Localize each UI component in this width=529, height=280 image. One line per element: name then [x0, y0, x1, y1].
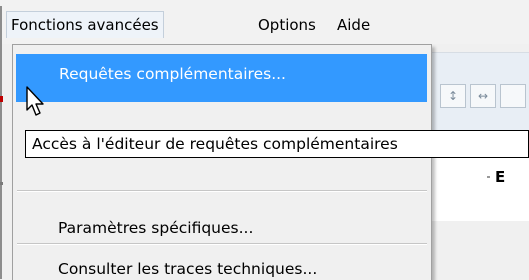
window-edge [0, 6, 2, 279]
menu-item-consulter-traces[interactable]: Consulter les traces techniques... [58, 260, 317, 278]
window-edge-mark [0, 182, 3, 185]
menu-item-parametres-specifiques[interactable]: Paramètres spécifiques... [58, 219, 253, 237]
tooltip: Accès à l'éditeur de requêtes complément… [25, 130, 529, 158]
screen: { "menubar": { "items": [ {"label": "Fon… [0, 0, 529, 280]
menu-bar: Fonctions avancées Options Aide [0, 0, 529, 279]
menu-separator [17, 243, 427, 245]
menu-options[interactable]: Options [254, 12, 320, 38]
menu-separator [17, 190, 427, 192]
dropdown-menu: Requêtes complémentaires... Paramètres s… [12, 44, 432, 280]
toolbar-button[interactable] [500, 84, 526, 108]
grid-column-header: E [486, 168, 506, 186]
menu-item-requetes-complementaires[interactable]: Requêtes complémentaires... [59, 65, 286, 83]
menu-fonctions-avancees[interactable]: Fonctions avancées [6, 11, 164, 38]
window-edge-mark [0, 96, 3, 102]
mouse-pointer-icon [26, 86, 44, 116]
menu-aide[interactable]: Aide [333, 12, 374, 38]
resize-horizontal-icon[interactable]: ↔ [470, 84, 496, 108]
resize-vertical-icon[interactable]: ↕ [440, 84, 466, 108]
